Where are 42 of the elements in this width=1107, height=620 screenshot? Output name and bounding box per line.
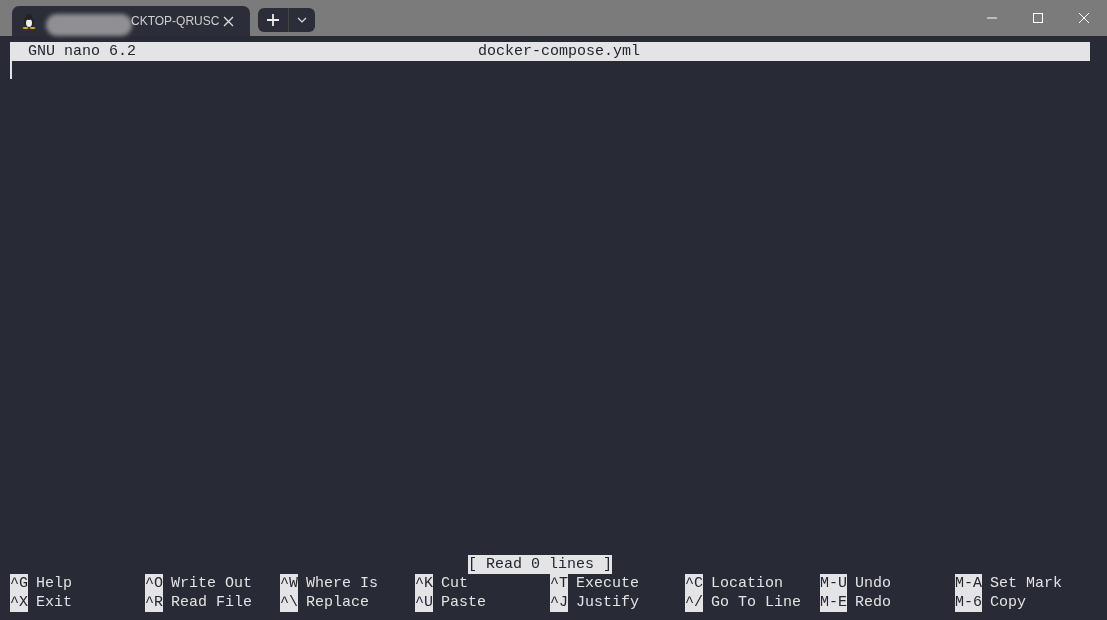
plus-icon: [266, 13, 280, 27]
shortcut-label: Help: [36, 574, 73, 593]
shortcut-label: Copy: [990, 593, 1027, 612]
shortcut-label: Undo: [855, 574, 892, 593]
shortcut-key: M-A: [955, 574, 982, 593]
terminal-tab[interactable]: CKTOP-QRUSC: [12, 6, 250, 36]
new-tab-button[interactable]: [258, 8, 288, 32]
shortcut-key: ^\: [280, 593, 298, 612]
file-name: docker-compose.yml: [478, 42, 641, 61]
shortcut-key: ^U: [415, 593, 433, 612]
shortcut-key: M-E: [820, 593, 847, 612]
shortcut-label: Where Is: [306, 574, 379, 593]
shortcut-label: Set Mark: [990, 574, 1063, 593]
shortcut-label: Paste: [441, 593, 487, 612]
shortcut-label: Go To Line: [711, 593, 802, 612]
shortcut-key: ^G: [10, 574, 28, 593]
app-version: GNU nano 6.2: [28, 42, 138, 61]
shortcut-key: ^X: [10, 593, 28, 612]
shortcut-key: ^/: [685, 593, 703, 612]
shortcut-key: ^W: [280, 574, 298, 593]
shortcut-key: ^J: [550, 593, 568, 612]
shortcut-key: ^C: [685, 574, 703, 593]
shortcut-key: ^R: [145, 593, 163, 612]
shortcut-key: M-6: [955, 593, 982, 612]
chevron-down-icon: [297, 17, 307, 23]
shortcut-label: Execute: [576, 574, 640, 593]
close-icon[interactable]: [223, 15, 234, 27]
shortcut-label: Cut: [441, 574, 469, 593]
shortcut-label: Exit: [36, 593, 73, 612]
penguin-icon: [22, 13, 36, 29]
shortcut-label: Justify: [576, 593, 640, 612]
shortcut-key: ^K: [415, 574, 433, 593]
tab-title: CKTOP-QRUSC: [131, 13, 220, 30]
status-message: [ Read 0 lines ]: [468, 555, 612, 574]
shortcut-key: ^T: [550, 574, 568, 593]
shortcut-label: Redo: [855, 593, 892, 612]
shortcut-key: ^O: [145, 574, 163, 593]
shortcut-label: Write Out: [171, 574, 253, 593]
shortcut-label: Read File: [171, 593, 253, 612]
shortcut-label: Location: [711, 574, 784, 593]
shortcut-key: M-U: [820, 574, 847, 593]
shortcut-label: Replace: [306, 593, 370, 612]
